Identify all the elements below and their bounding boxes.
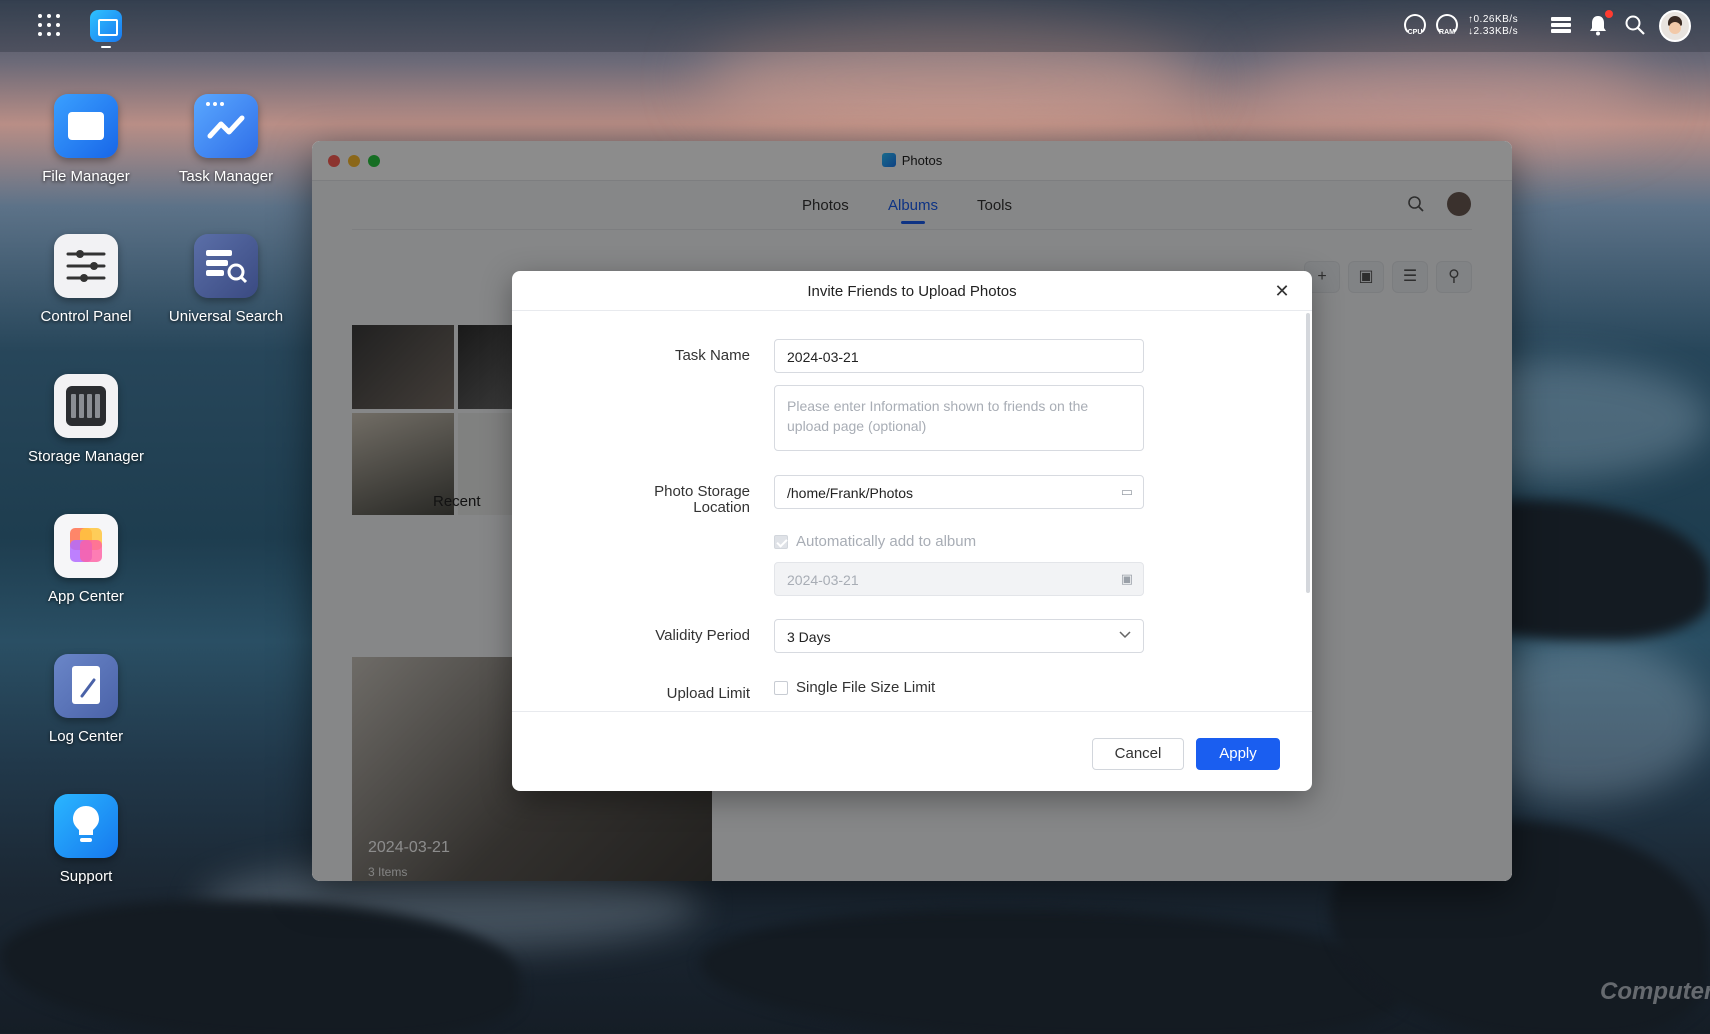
download-speed: ↓2.33KB/s [1468,26,1519,37]
photos-taskbar-icon[interactable] [90,10,122,42]
validity-period-value: 3 Days [787,629,831,645]
desktop-icon-label: Task Manager [178,168,274,185]
running-indicator [101,46,111,48]
single-file-limit-checkbox[interactable] [774,681,788,695]
auto-add-checkbox[interactable] [774,535,788,549]
lightbulb-icon [54,794,118,858]
desktop-icon-control-panel[interactable]: Control Panel [16,234,156,325]
storage-location-label: Photo Storage Location [550,484,750,516]
desktop-icon-app-center[interactable]: App Center [16,514,156,605]
desktop-icon-label: File Manager [42,168,130,185]
album-icon: ▣ [1120,571,1133,586]
auto-add-label: Automatically add to album [796,533,977,550]
desktop-icon-label: Universal Search [168,308,284,325]
sliders-icon [54,234,118,298]
search-database-icon [194,234,258,298]
dialog-title: Invite Friends to Upload Photos [807,283,1017,300]
storage-drives-icon [54,374,118,438]
task-name-label: Task Name [674,347,750,364]
wallpaper-rock [700,910,1400,1034]
cpu-gauge-icon[interactable]: CPU [1403,13,1427,37]
single-file-limit-label: Single File Size Limit [796,679,936,696]
ram-gauge-icon[interactable]: RAM [1435,13,1459,37]
desktop-icon-task-manager[interactable]: Task Manager [156,94,296,185]
desktop-icon-label: Log Center [48,728,124,745]
chevron-down-icon [1119,631,1131,639]
close-icon[interactable]: ✕ [1272,281,1292,301]
user-avatar[interactable] [1659,10,1691,42]
apply-button[interactable]: Apply [1196,738,1280,770]
widgets-icon[interactable] [1550,14,1572,36]
desktop-icon-label: Support [59,868,113,885]
album-name-value: 2024-03-21 [787,572,859,588]
cpu-label: CPU [1407,29,1423,36]
desktop-icon-support[interactable]: Support [16,794,156,885]
folder-icon [54,94,118,158]
folder-icon[interactable]: ▭ [1121,484,1133,500]
network-speed[interactable]: ↑0.26KB/s ↓2.33KB/s [1468,14,1518,38]
dialog-footer: Cancel Apply [512,711,1312,791]
storage-label-line: Location [693,499,750,516]
desktop-icon-label: App Center [48,588,124,605]
storage-location-input[interactable]: /home/Frank/Photos ▭ [774,475,1144,509]
watermark: ComputerBase [1600,978,1710,1005]
desktop-icon-storage-manager[interactable]: Storage Manager [16,374,156,465]
info-textarea[interactable]: Please enter Information shown to friend… [774,385,1144,451]
bell-icon[interactable] [1587,14,1609,36]
validity-period-select[interactable]: 3 Days [774,619,1144,653]
search-icon[interactable] [1624,14,1646,36]
cancel-button[interactable]: Cancel [1092,738,1184,770]
desktop-icon-label: Storage Manager [28,448,144,465]
log-document-icon [54,654,118,718]
dialog-header: Invite Friends to Upload Photos ✕ [512,271,1312,311]
desktop-icon-universal-search[interactable]: Universal Search [156,234,296,325]
desktop-icon-log-center[interactable]: Log Center [16,654,156,745]
upload-limit-label: Upload Limit [666,685,750,702]
dialog-scrollbar[interactable] [1306,313,1310,593]
app-launcher-icon[interactable] [38,14,60,36]
app-center-icon [54,514,118,578]
desktop-icon-label: Control Panel [40,308,132,325]
storage-location-value: /home/Frank/Photos [787,485,914,501]
ram-label: RAM [1439,29,1455,36]
notification-badge [1605,10,1613,18]
wallpaper-cloud [1250,40,1650,150]
upload-speed: ↑0.26KB/s [1468,14,1519,25]
top-bar: CPU RAM ↑0.26KB/s ↓2.33KB/s [0,0,1710,52]
task-name-input[interactable]: 2024-03-21 [774,339,1144,373]
invite-friends-dialog: Invite Friends to Upload Photos ✕ Task N… [512,271,1312,791]
album-name-input: 2024-03-21 ▣ [774,562,1144,596]
storage-label-line: Photo Storage [654,483,750,500]
desktop-icon-file-manager[interactable]: File Manager [16,94,156,185]
validity-period-label: Validity Period [655,627,750,644]
chart-trend-icon [194,94,258,158]
